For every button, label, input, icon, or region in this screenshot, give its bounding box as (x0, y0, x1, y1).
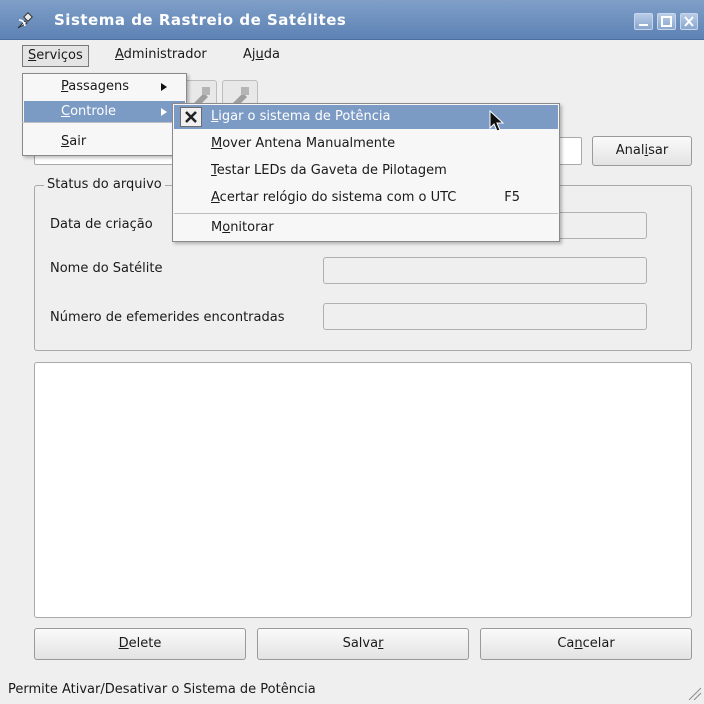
salvar-button[interactable]: Salvar (257, 628, 469, 660)
submenu-arrow-icon (161, 108, 167, 116)
cancelar-button[interactable]: Cancelar (480, 628, 692, 660)
menu-item-acertar-relogio[interactable]: Acertar relógio do sistema com o UTC F5 (174, 186, 558, 210)
numero-efemerides-field (323, 303, 647, 330)
analisar-button[interactable]: Analisar (592, 136, 692, 166)
status-group-legend: Status do arquivo (44, 177, 165, 192)
menu-separator (22, 122, 185, 123)
menu-bar (0, 40, 704, 72)
menu-item-testar-leds[interactable]: Testar LEDs da Gaveta de Pilotagem (174, 159, 558, 183)
status-bar-text: Permite Ativar/Desativar o Sistema de Po… (8, 682, 316, 697)
menu-item-mover-antena[interactable]: Mover Antena Manualmente (174, 132, 558, 156)
mouse-cursor-icon (488, 109, 506, 134)
window-title: Sistema de Rastreio de Satélites (54, 11, 347, 29)
menu-item-monitorar[interactable]: Monitorar (174, 216, 558, 240)
submenu-arrow-icon (161, 83, 167, 91)
checkbox-x-icon[interactable] (180, 107, 202, 127)
delete-button[interactable]: Delete (34, 628, 246, 660)
shortcut-label: F5 (504, 190, 520, 205)
nome-satelite-field (323, 257, 647, 284)
menu-servicos[interactable]: Serviços (22, 45, 89, 67)
menu-separator (174, 213, 558, 214)
satellite-app-icon[interactable] (16, 12, 36, 30)
menu-item-passagens[interactable]: Passagens (24, 76, 185, 98)
maximize-icon[interactable] (657, 13, 676, 30)
servicos-dropdown: Passagens Controle Sair (22, 73, 187, 156)
menu-ajuda[interactable]: Ajuda (238, 45, 285, 67)
data-criacao-label: Data de criação (50, 217, 153, 232)
menu-administrador[interactable]: Administrador (110, 45, 212, 67)
numero-efemerides-label: Número de efemerides encontradas (50, 310, 285, 325)
close-icon[interactable] (680, 13, 698, 30)
resize-grip-icon[interactable] (686, 686, 702, 701)
menu-item-controle[interactable]: Controle (24, 101, 185, 123)
nome-satelite-label: Nome do Satélite (50, 261, 163, 276)
minimize-icon[interactable] (634, 13, 653, 30)
output-text-area[interactable] (34, 362, 692, 618)
menu-item-sair[interactable]: Sair (24, 131, 185, 153)
